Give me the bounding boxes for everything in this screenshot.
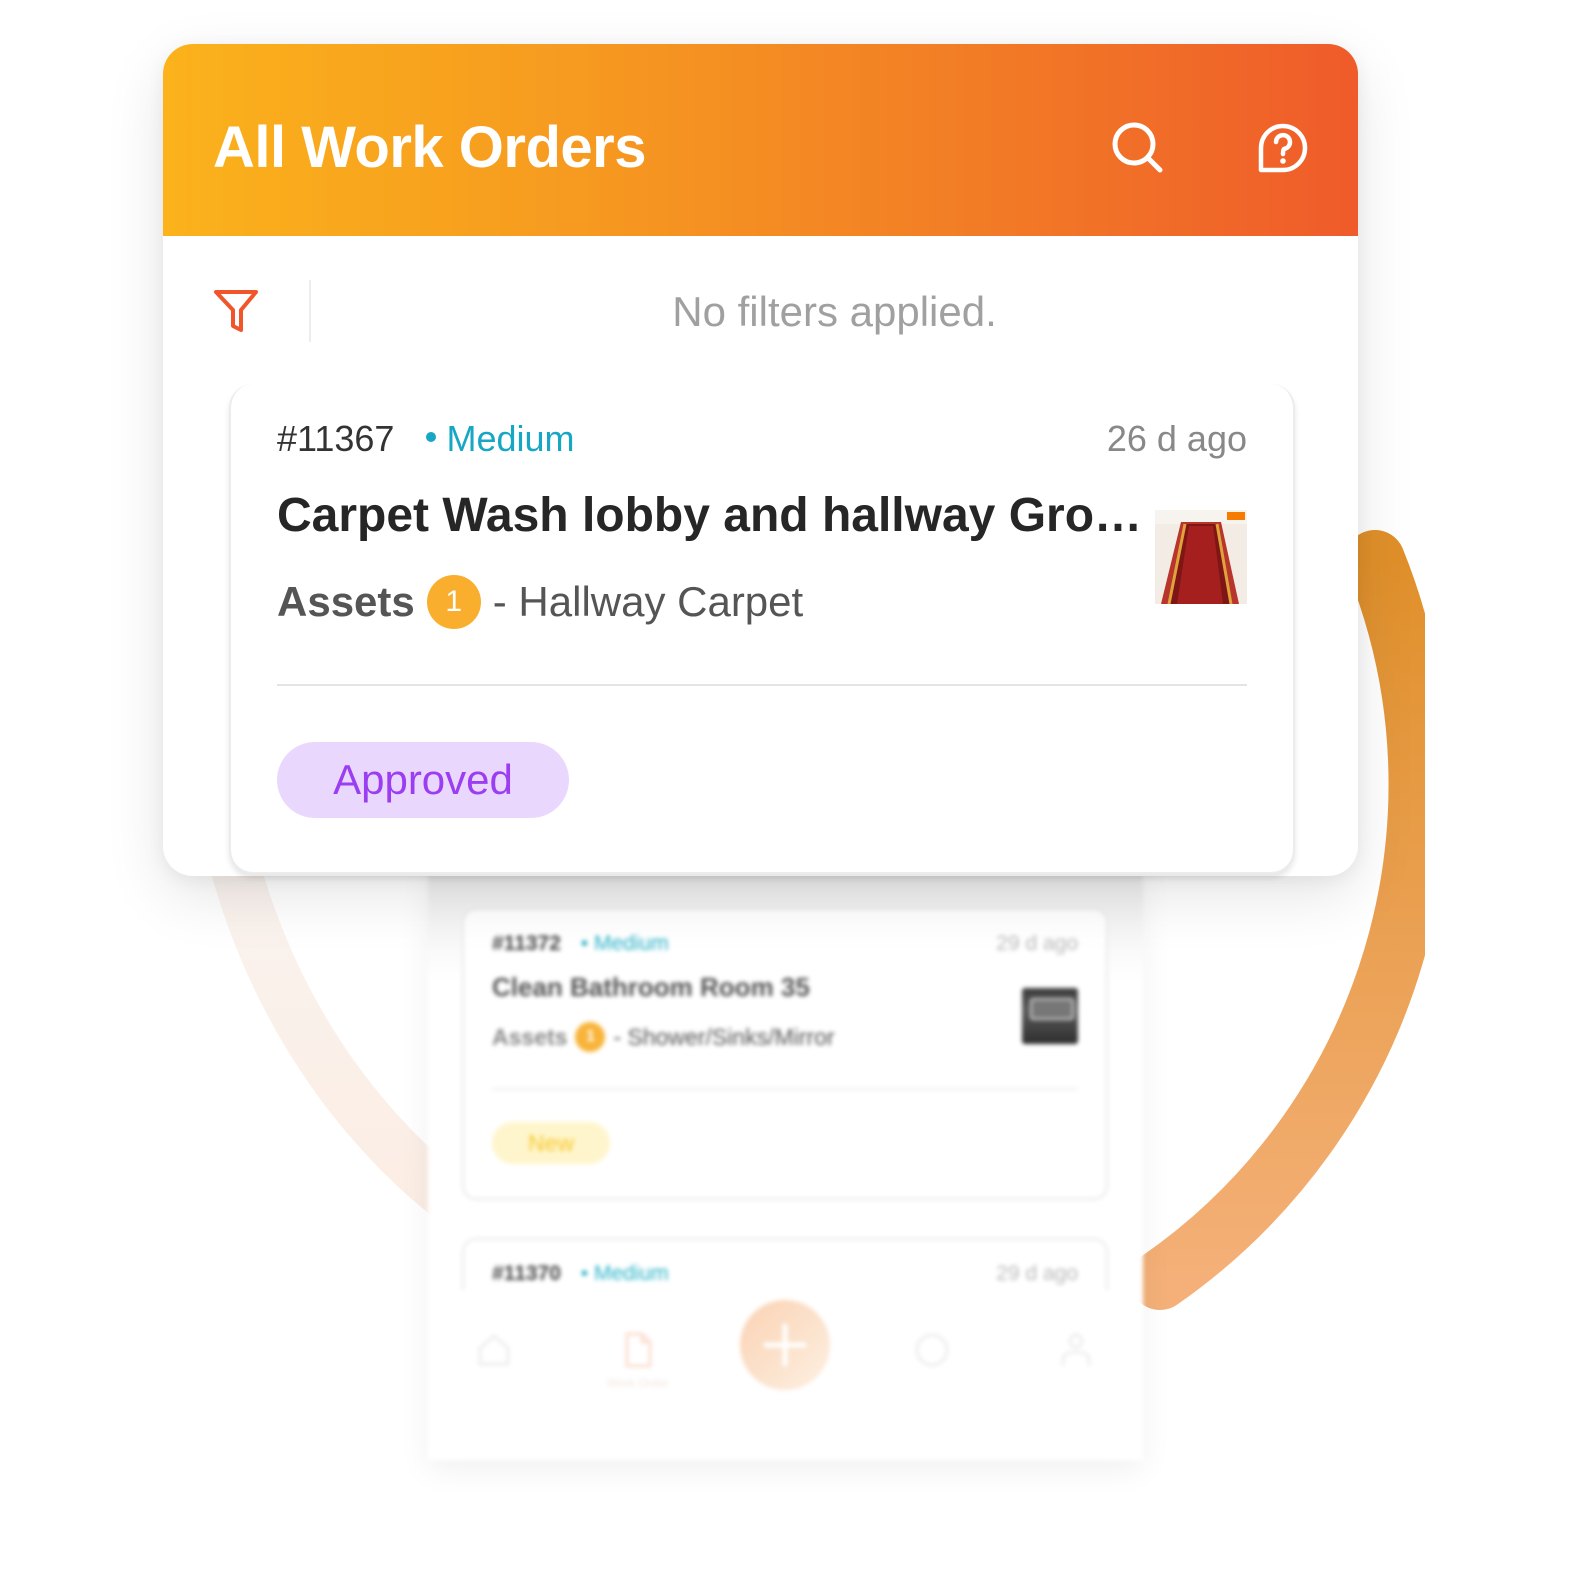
stage: #11372 • Medium 29 d ago Clean Bathroom … [0, 0, 1575, 1570]
work-order-age: 29 d ago [996, 1262, 1078, 1285]
card-meta-row: #11370 • Medium 29 d ago [492, 1262, 1078, 1286]
help-button[interactable] [1251, 116, 1315, 180]
work-order-card[interactable]: #11367 Medium 26 d ago Carpet Wash lobby… [229, 384, 1295, 874]
search-icon [1112, 122, 1163, 173]
app-header: All Work Orders [163, 44, 1358, 236]
priority-label: • Medium [580, 1262, 669, 1285]
asset-count-badge: 1 [426, 575, 481, 629]
priority-label: • Medium [580, 932, 669, 955]
asset-name: - Hallway Carpet [492, 578, 804, 625]
card-divider [277, 684, 1247, 686]
filter-button[interactable] [211, 286, 261, 336]
asset-count-badge: 1 [575, 1022, 606, 1052]
page-title: All Work Orders [213, 115, 647, 180]
work-order-age: 29 d ago [996, 932, 1078, 955]
nav-info[interactable] [902, 1330, 962, 1390]
card-divider [492, 1088, 1078, 1090]
nav-work-order[interactable]: Work Order [607, 1330, 669, 1390]
assets-label: Assets [492, 1023, 568, 1050]
status-badge-new: New [492, 1122, 610, 1164]
hallway-carpet-photo [1155, 510, 1247, 604]
nav-profile[interactable] [1046, 1330, 1106, 1390]
info-icon [915, 1333, 949, 1367]
add-work-order-button[interactable] [740, 1300, 830, 1390]
card-meta-row: #11367 Medium 26 d ago [277, 418, 1247, 468]
nav-label: Work Order [607, 1376, 669, 1390]
help-chat-icon [1258, 123, 1308, 173]
work-order-id: #11372 [492, 932, 561, 955]
assets-row: Assets 1 - Hallway Carpet [277, 572, 803, 632]
home-icon [478, 1334, 510, 1366]
work-order-card-secondary[interactable]: #11372 • Medium 29 d ago Clean Bathroom … [462, 908, 1108, 1200]
status-badge-approved: Approved [277, 742, 569, 818]
user-icon [1061, 1333, 1091, 1366]
hallway-carpet-thumbnail[interactable] [1155, 510, 1247, 604]
bathroom-mirror-thumbnail [1022, 988, 1078, 1044]
assets-row: Assets 1 - Shower/Sinks/Mirror [492, 1022, 1078, 1052]
filter-funnel-icon [214, 290, 258, 332]
asset-name: - Shower/Sinks/Mirror [613, 1023, 835, 1050]
document-icon [625, 1332, 652, 1368]
work-order-title: Clean Bathroom Room 35 [492, 972, 810, 1002]
filter-status-text: No filters applied. [672, 288, 997, 335]
search-button[interactable] [1106, 116, 1170, 180]
priority-label: Medium [426, 418, 575, 459]
bottom-navigation: Work Order [428, 1290, 1143, 1450]
priority-dot-icon [426, 432, 437, 443]
plus-icon [763, 1323, 807, 1367]
card-meta-row: #11372 • Medium 29 d ago [492, 932, 1078, 956]
nav-home[interactable] [464, 1330, 524, 1390]
background-phone-screen: #11372 • Medium 29 d ago Clean Bathroom … [428, 860, 1143, 1460]
filter-bar: No filters applied. [163, 236, 1358, 386]
work-order-id: #11370 [492, 1262, 561, 1285]
work-order-title: Carpet Wash lobby and hallway Groun... [277, 489, 1147, 542]
work-order-id: #11367 [277, 418, 395, 459]
work-orders-screen: All Work Orders No filters applied. #113… [163, 44, 1358, 876]
assets-label: Assets [277, 578, 415, 625]
work-order-age: 26 d ago [1106, 418, 1247, 459]
